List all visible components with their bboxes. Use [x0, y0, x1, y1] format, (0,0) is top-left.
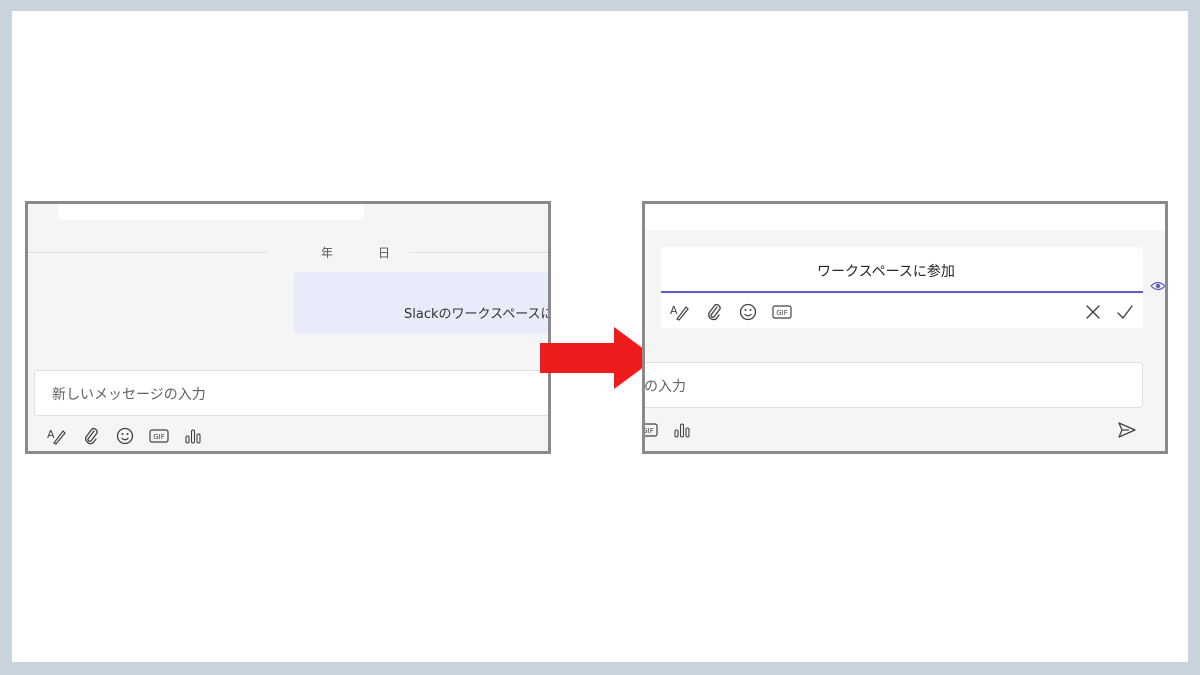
compose-box[interactable]: の入力 [644, 362, 1143, 408]
compose-placeholder: 新しいメッセージの入力 [52, 387, 206, 403]
edit-message-field[interactable]: ワークスペースに参加 [661, 247, 1143, 293]
divider-line [410, 252, 548, 253]
attach-icon[interactable] [697, 300, 731, 324]
before-screenshot: 年 日 Slackのワークスペースに参 新しいメッセージの入力 A GIF [25, 201, 551, 454]
poll-icon[interactable] [176, 424, 210, 448]
edit-message-value: ワークスペースに参加 [817, 264, 955, 280]
header-strip [645, 204, 1165, 230]
emoji-icon[interactable] [731, 300, 765, 324]
format-icon[interactable]: A [40, 424, 74, 448]
compose-toolbar: A GIF [40, 424, 210, 448]
attach-icon[interactable] [74, 424, 108, 448]
previous-message-card [58, 204, 364, 220]
compose-placeholder: の入力 [644, 379, 686, 395]
poll-icon[interactable] [665, 418, 699, 442]
gif-label: GIF [153, 433, 165, 441]
date-day: 日 [378, 246, 391, 260]
svg-text:A: A [670, 304, 678, 317]
edit-actions [1081, 300, 1137, 324]
compose-box[interactable]: 新しいメッセージの入力 [34, 370, 548, 416]
gif-label: GIF [642, 427, 654, 435]
gif-icon[interactable]: GIF [142, 424, 176, 448]
eye-icon [1150, 281, 1165, 291]
cancel-icon[interactable] [1081, 300, 1105, 324]
message-bubble[interactable]: Slackのワークスペースに参 [294, 272, 551, 334]
slide-canvas: 年 日 Slackのワークスペースに参 新しいメッセージの入力 A GIF ワー… [12, 11, 1188, 662]
gif-label: GIF [776, 309, 788, 317]
divider-line [28, 252, 268, 253]
date-divider: 年 日 [28, 244, 548, 260]
date-year: 年 [321, 246, 334, 260]
send-icon[interactable] [1115, 418, 1139, 442]
svg-text:A: A [47, 428, 55, 441]
emoji-icon[interactable] [108, 424, 142, 448]
gif-icon[interactable]: GIF [642, 418, 665, 442]
right-arrow-icon [540, 327, 656, 389]
confirm-icon[interactable] [1113, 300, 1137, 324]
message-text: Slackのワークスペースに参 [404, 307, 551, 322]
edit-toolbar: A GIF [663, 300, 799, 324]
format-icon[interactable]: A [663, 300, 697, 324]
gif-icon[interactable]: GIF [765, 300, 799, 324]
compose-toolbar: GIF [642, 418, 699, 442]
after-screenshot: ワークスペースに参加 A GIF の入力 GIF [642, 201, 1168, 454]
